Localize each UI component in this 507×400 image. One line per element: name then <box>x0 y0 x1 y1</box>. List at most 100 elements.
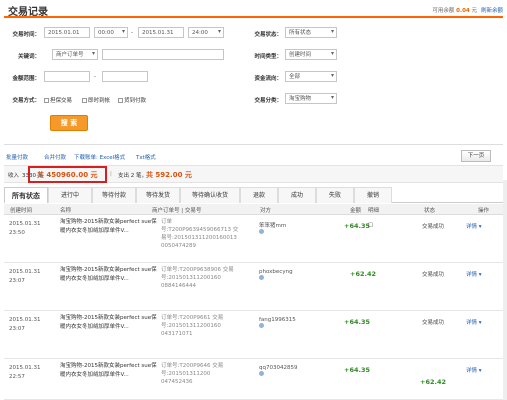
summary-separator: | <box>110 171 112 177</box>
column-header: 名称 <box>60 208 72 214</box>
row-detail-link[interactable]: 详情 ▾ <box>466 270 482 278</box>
tab-failed[interactable]: 失败 <box>316 187 354 203</box>
row-order: 订单号:T200P9646 交易号:201501311200 047452436 <box>161 363 224 385</box>
next-page-button[interactable]: 下一页 <box>461 150 491 162</box>
checkbox-icon[interactable] <box>44 98 49 103</box>
end-date-input[interactable]: 2015.01.31 <box>138 27 184 38</box>
row-party: phoxbecyng <box>259 269 293 282</box>
merge-pay-link[interactable]: 合并付款 <box>44 153 66 161</box>
table-row: 2015.01.31 23:50 淘宝购物-2015新款女装perfect sue… <box>4 216 503 263</box>
row-name[interactable]: 淘宝购物-2015新款女装perfect sue保暖内衣女冬加绒加厚单件V... <box>60 218 160 236</box>
amount-separator: - <box>94 74 96 80</box>
tab-success[interactable]: 成功 <box>278 187 316 203</box>
header-divider <box>4 16 503 18</box>
row-order: 订单号:T200P9638906 交易号:201501311200160 088… <box>161 267 234 289</box>
row-date-day: 2015.01.31 <box>9 269 41 275</box>
row-date: 2015.01.31 23:07 <box>9 268 41 286</box>
tab-in-progress[interactable]: 进行中 <box>48 187 92 203</box>
flow-select[interactable]: 全部 <box>285 71 337 82</box>
status-select[interactable]: 所有状态 <box>285 27 337 38</box>
column-header: 商户订单号 | 交易号 <box>152 208 202 214</box>
download-excel-link[interactable]: 下载账单: Excel格式 <box>74 153 125 161</box>
batch-pay-link[interactable]: 批量付款 <box>6 153 28 161</box>
tab-cancelled[interactable]: 撤销 <box>354 187 392 203</box>
row-status: 交易成功 <box>422 272 445 278</box>
keyword-input[interactable] <box>102 49 224 60</box>
keyword-type-select[interactable]: 商户订单号 <box>52 49 98 60</box>
row-date-day: 2015.01.31 <box>9 317 41 323</box>
tab-await-payment[interactable]: 等待付款 <box>92 187 136 203</box>
method-option-3[interactable]: 货到付款 <box>118 96 146 104</box>
contact-icon[interactable] <box>259 323 264 328</box>
start-hour-select[interactable]: 00:00 <box>94 27 128 38</box>
row-detail-link[interactable]: 详情 ▾ <box>466 318 482 326</box>
tab-await-shipping[interactable]: 等待发货 <box>136 187 180 203</box>
detail-icon[interactable]: ▢ <box>368 222 373 228</box>
row-party-name: 笨笨猪mm <box>259 223 287 229</box>
row-date-time: 23:07 <box>9 278 25 284</box>
row-order: 订单号:T200P9639459066713 交易号:2015013112001… <box>161 219 239 249</box>
row-name[interactable]: 淘宝购物-2015新款女装perfect sue保暖内衣女冬加绒加厚单件V... <box>60 362 160 380</box>
contact-icon[interactable] <box>259 275 264 280</box>
row-party-name: qq703042859 <box>259 365 298 371</box>
income-label: 收入 <box>8 173 20 179</box>
tab-refund[interactable]: 退款 <box>240 187 278 203</box>
column-header: 创建时间 <box>10 208 33 214</box>
amount-min-input[interactable] <box>44 71 90 82</box>
tab-await-confirm[interactable]: 等待确认收货 <box>180 187 240 203</box>
flow-label: 资金流向： <box>254 76 282 82</box>
date-separator: - <box>131 30 133 36</box>
time-type-label: 时间类型： <box>254 54 282 60</box>
column-header: 金额 <box>350 208 362 214</box>
row-amount: +64.35 <box>344 366 371 374</box>
balance: 可用余额 0.04 元 <box>432 6 477 14</box>
row-party: qq703042859 <box>259 365 297 378</box>
amount-max-input[interactable] <box>102 71 148 82</box>
row-party: 笨笨猪mm <box>259 221 286 236</box>
keyword-label: 关键词： <box>17 54 40 60</box>
scrollbar[interactable] <box>503 180 507 400</box>
start-date-input[interactable]: 2015.01.01 <box>44 27 90 38</box>
status-label: 交易状态： <box>254 32 282 38</box>
row-date: 2015.01.31 23:50 <box>9 220 41 238</box>
row-amount: +62.42 <box>350 270 377 278</box>
category-select[interactable]: 淘宝购物 <box>285 93 337 104</box>
row-detail-link[interactable]: 详情 ▾ <box>466 366 482 374</box>
balance-unit: 元 <box>471 8 477 14</box>
contact-icon[interactable] <box>259 371 264 376</box>
refresh-balance-link[interactable]: 刷新余额 <box>481 6 503 14</box>
balance-value: 0.04 <box>456 8 470 14</box>
category-label: 交易分类： <box>254 98 282 104</box>
contact-icon[interactable] <box>259 229 264 234</box>
row-party: fang1996315 <box>259 317 296 330</box>
time-type-select[interactable]: 创建时间 <box>285 49 337 60</box>
method-option-1[interactable]: 担保交易 <box>44 96 72 104</box>
row-date-time: 23:07 <box>9 326 25 332</box>
row-status: 交易成功 <box>422 224 445 230</box>
status-tabs: 所有状态 进行中 等待付款 等待发货 等待确认收货 退款 成功 失败 撤销 <box>4 187 503 203</box>
table-row: 2015.01.31 22:57 淘宝购物-2015新款女装perfect sue… <box>4 360 503 400</box>
method-label: 交易方式： <box>12 98 40 104</box>
row-detail-link[interactable]: 详情 ▾ <box>466 222 482 230</box>
method-option-2[interactable]: 即时到帐 <box>82 96 110 104</box>
balance-label: 可用余额 <box>432 8 455 14</box>
tab-all[interactable]: 所有状态 <box>4 187 48 203</box>
checkbox-icon[interactable] <box>118 98 123 103</box>
row-name[interactable]: 淘宝购物-2015新款女装perfect sue保暖内衣女冬加绒加厚单件V... <box>60 314 160 332</box>
method-option-label: 担保交易 <box>50 98 73 104</box>
method-option-label: 货到付款 <box>124 98 147 104</box>
method-option-label: 即时到帐 <box>88 98 111 104</box>
checkbox-icon[interactable] <box>82 98 87 103</box>
end-hour-select[interactable]: 24:00 <box>188 27 224 38</box>
row-date-time: 22:57 <box>9 374 25 380</box>
section-divider <box>4 144 503 145</box>
download-txt-link[interactable]: Txt格式 <box>136 153 156 161</box>
row-date: 2015.01.31 23:07 <box>9 316 41 334</box>
amount-label: 金额范围： <box>12 76 40 82</box>
search-button[interactable]: 搜 索 <box>50 115 88 131</box>
column-header: 明细 <box>368 208 380 214</box>
expense-amount: 共 592.00 元 <box>146 171 192 179</box>
row-date-day: 2015.01.31 <box>9 221 41 227</box>
row-name[interactable]: 淘宝购物-2015新款女装perfect sue保暖内衣女冬加绒加厚单件V... <box>60 266 160 284</box>
highlight-box <box>28 166 107 183</box>
